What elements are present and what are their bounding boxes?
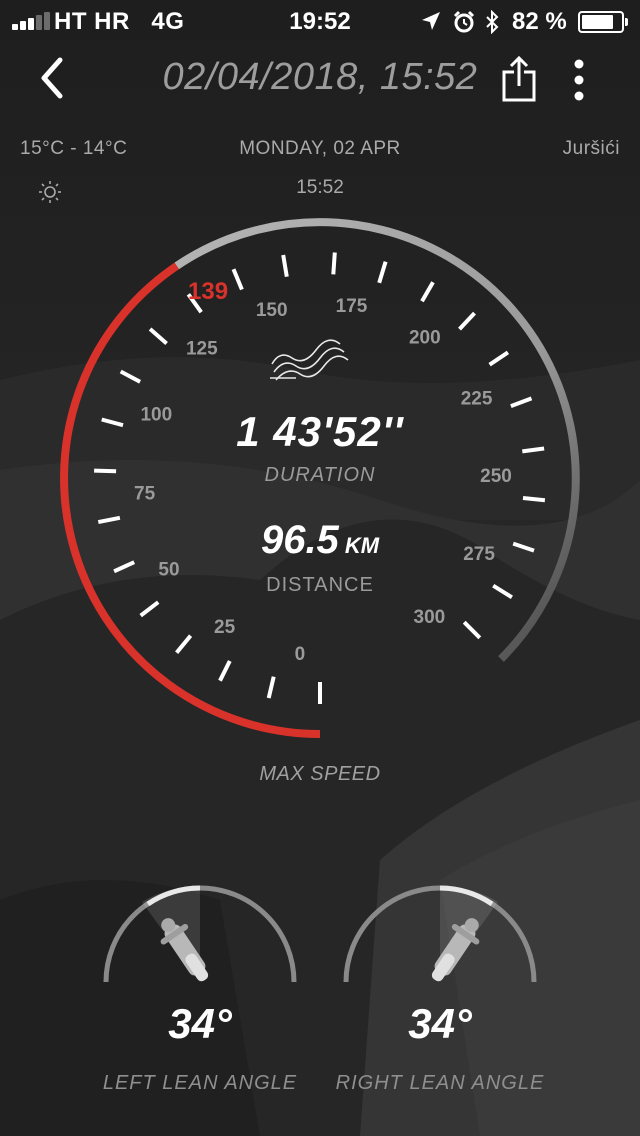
left-lean-label: LEFT LEAN ANGLE <box>102 1072 298 1094</box>
left-lean-gauge <box>103 885 297 983</box>
right-lean-gauge <box>343 885 537 983</box>
right-lean-value: 34° <box>408 1000 472 1047</box>
left-lean-value: 34° <box>168 1000 232 1047</box>
right-lean-label: RIGHT LEAN ANGLE <box>335 1072 545 1094</box>
lean-angle-gauges <box>103 885 537 983</box>
